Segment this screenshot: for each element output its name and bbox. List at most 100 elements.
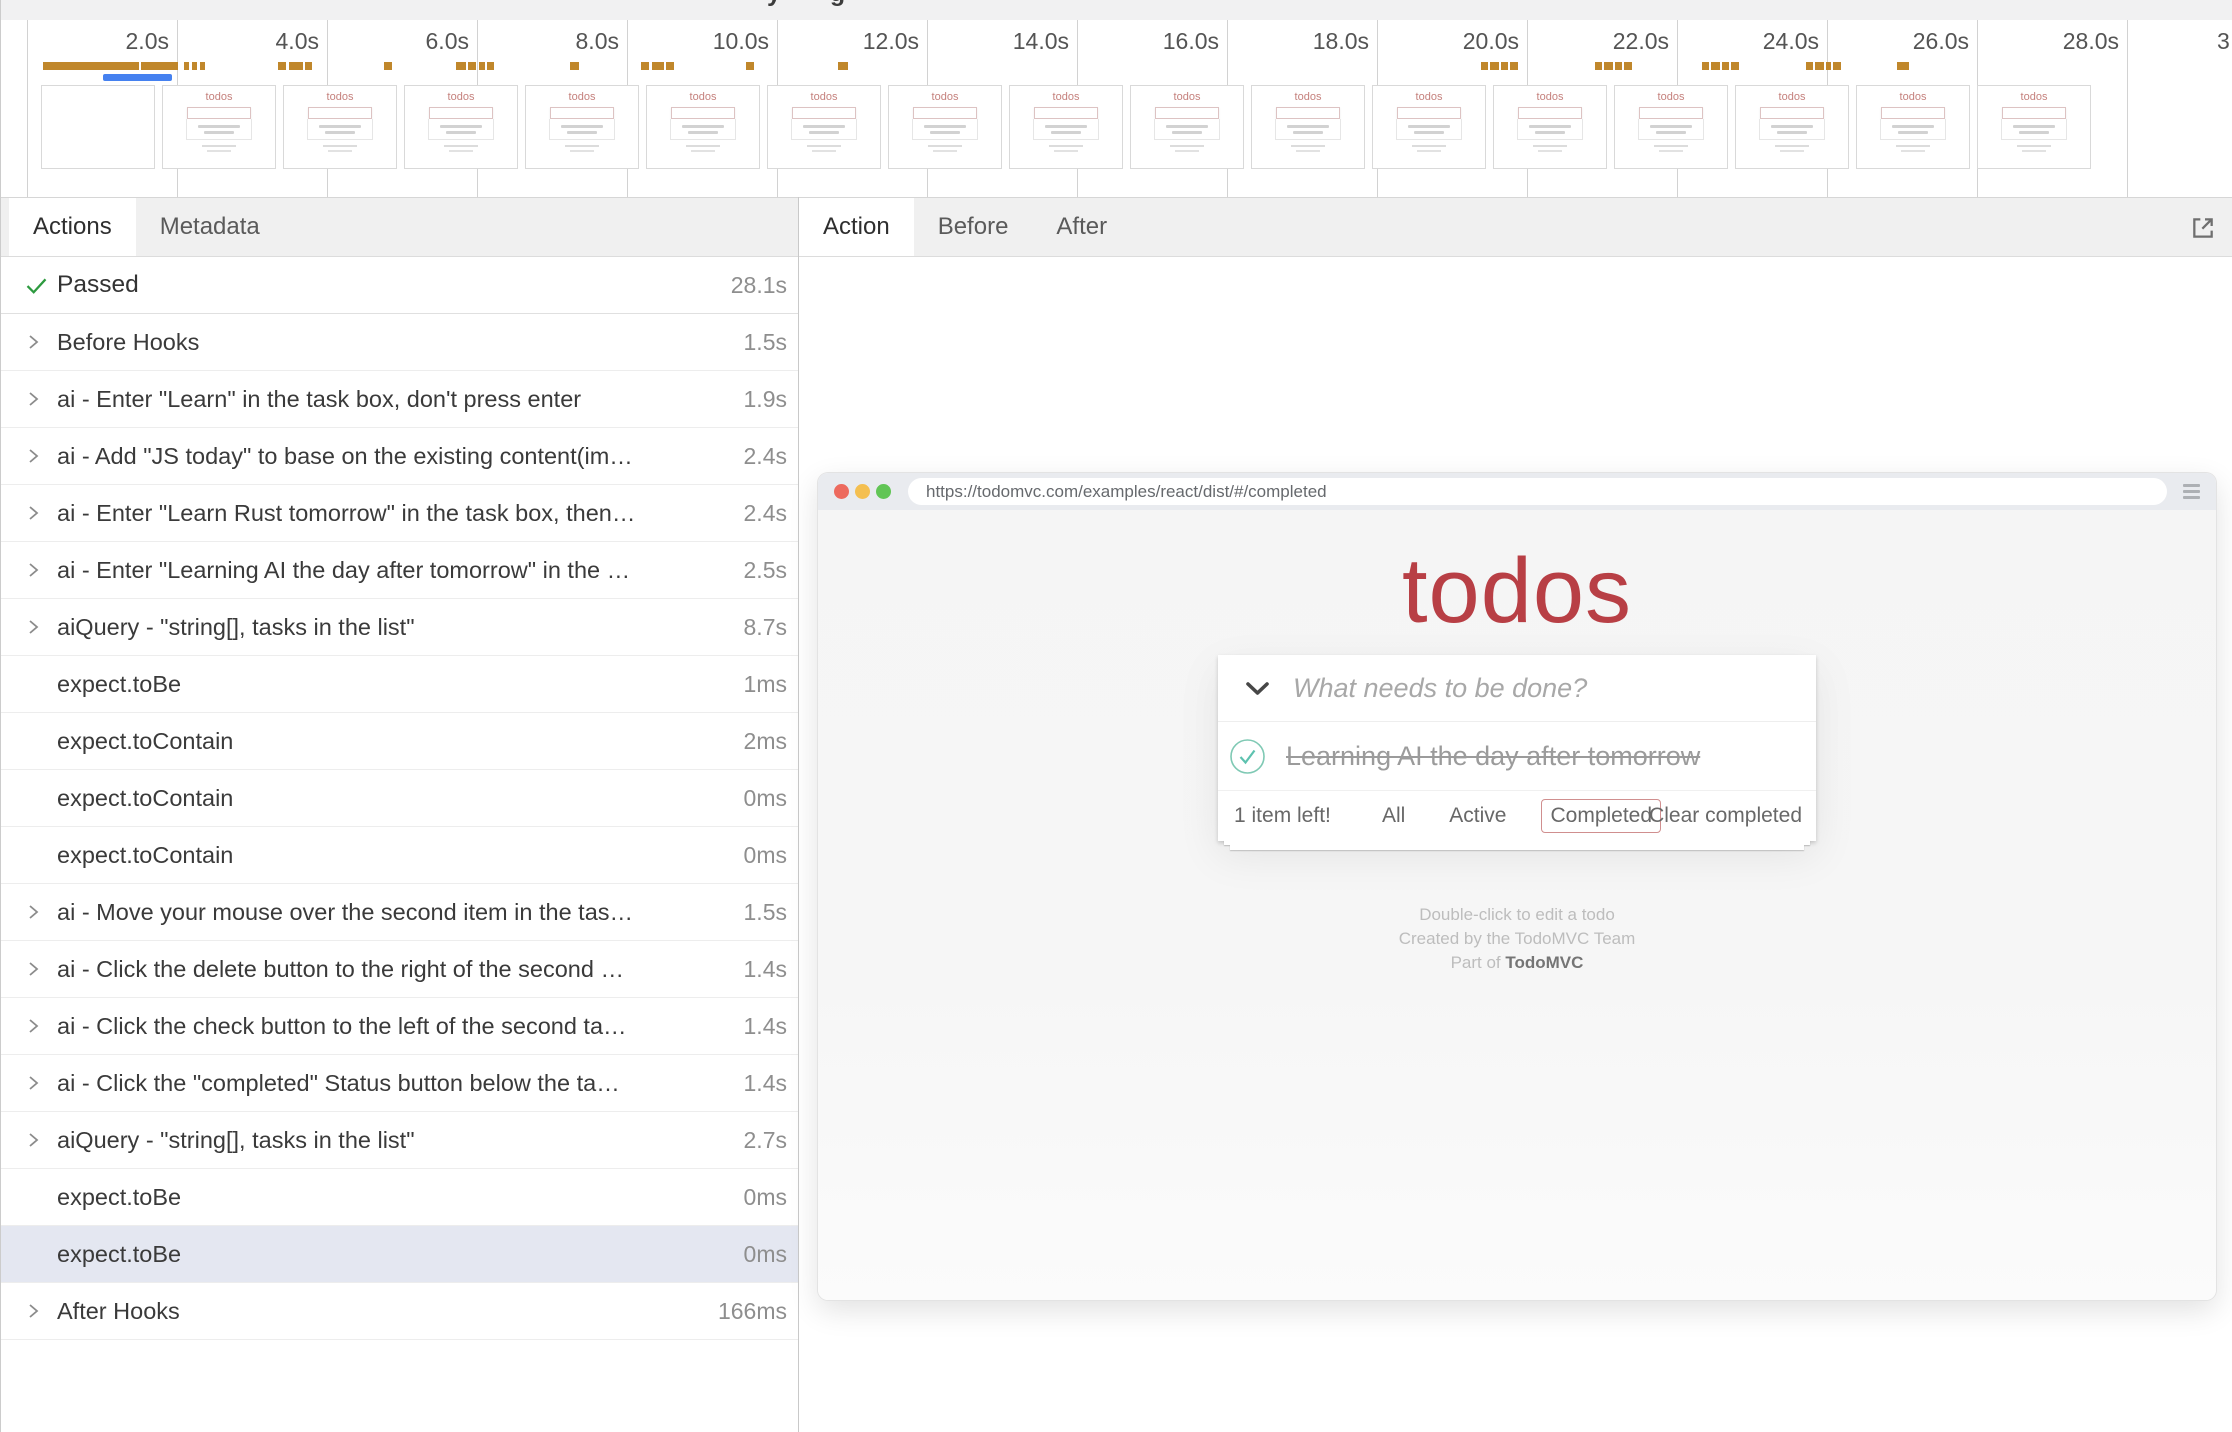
clipped-title-text: y g	[767, 0, 845, 8]
timeline-tick-label: 12.0s	[863, 28, 919, 55]
chevron-right-icon[interactable]	[23, 389, 53, 409]
chevron-right-icon[interactable]	[23, 1301, 53, 1321]
action-row-duration: 2.7s	[744, 1127, 787, 1154]
thumbnail-caption-line	[444, 145, 478, 147]
chevron-right-icon[interactable]	[23, 446, 53, 466]
action-row[interactable]: ai - Enter "Learn Rust tomorrow" in the …	[1, 485, 798, 542]
action-row[interactable]: expect.toContain2ms	[1, 713, 798, 770]
filmstrip-frame[interactable]: todos	[1130, 85, 1244, 169]
thumbnail-todo-list	[428, 119, 494, 140]
tab-action[interactable]: Action	[799, 198, 914, 256]
timeline-action-mark	[141, 62, 178, 70]
action-row-duration: 0ms	[744, 1241, 787, 1268]
thumbnail-todos-title: todos	[1978, 91, 2090, 103]
thumbnail-item-line	[930, 131, 960, 134]
thumbnail-caption-line	[328, 150, 352, 152]
thumbnail-item-line	[561, 125, 603, 128]
chevron-right-icon[interactable]	[23, 1130, 53, 1150]
chevron-right-icon[interactable]	[23, 902, 53, 922]
action-row-duration: 2.4s	[744, 443, 787, 470]
action-row[interactable]: expect.toBe0ms	[1, 1226, 798, 1283]
timeline-action-mark	[487, 62, 494, 70]
todo-item-label[interactable]: Learning AI the day after tomorrow	[1286, 741, 1700, 772]
filter-all[interactable]: All	[1373, 799, 1414, 833]
chevron-right-icon[interactable]	[23, 1073, 53, 1093]
action-row[interactable]: Before Hooks1.5s	[1, 314, 798, 371]
todo-item-row: Learning AI the day after tomorrow	[1218, 722, 1816, 791]
chevron-right-icon[interactable]	[23, 617, 53, 637]
action-row[interactable]: expect.toBe0ms	[1, 1169, 798, 1226]
thumbnail-caption-line	[1054, 150, 1078, 152]
todo-checked-circle-icon[interactable]	[1229, 738, 1266, 775]
action-row[interactable]: expect.toBe1ms	[1, 656, 798, 713]
filmstrip-frame[interactable]: todos	[767, 85, 881, 169]
filmstrip-frame[interactable]: todos	[1735, 85, 1849, 169]
filmstrip-frame[interactable]: todos	[1856, 85, 1970, 169]
chevron-right-icon[interactable]	[23, 1016, 53, 1036]
thumbnail-todo-list	[1759, 119, 1825, 140]
filmstrip-frame[interactable]: todos	[1009, 85, 1123, 169]
filmstrip-frame[interactable]: todos	[525, 85, 639, 169]
thumbnail-item-line	[1898, 131, 1928, 134]
action-row[interactable]: ai - Enter "Learn" in the task box, don'…	[1, 371, 798, 428]
filmstrip-frame[interactable]: todos	[283, 85, 397, 169]
timeline-action-mark	[1833, 62, 1841, 70]
action-row-label: ai - Add "JS today" to base on the exist…	[57, 443, 730, 470]
action-row-label: ai - Enter "Learn Rust tomorrow" in the …	[57, 500, 730, 527]
thumbnail-todo-list	[1275, 119, 1341, 140]
todos-app-title: todos	[818, 539, 2216, 644]
action-row[interactable]: ai - Add "JS today" to base on the exist…	[1, 428, 798, 485]
app-info-footer: Double-click to edit a todo Created by t…	[818, 903, 2216, 975]
timeline-action-mark	[1604, 62, 1613, 70]
open-external-button[interactable]	[2187, 212, 2219, 244]
action-row[interactable]: expect.toContain0ms	[1, 770, 798, 827]
toggle-all-chevron-down-icon[interactable]	[1244, 680, 1271, 697]
filmstrip-blank-frame[interactable]	[41, 85, 155, 169]
timeline-action-mark	[1711, 62, 1720, 70]
tab-before[interactable]: Before	[914, 198, 1033, 256]
tab-after[interactable]: After	[1032, 198, 1131, 256]
action-row[interactable]: expect.toContain0ms	[1, 827, 798, 884]
filmstrip-frame[interactable]: todos	[1251, 85, 1365, 169]
chevron-right-icon[interactable]	[23, 560, 53, 580]
thumbnail-caption-line	[1412, 145, 1446, 147]
tab-actions[interactable]: Actions	[9, 198, 136, 256]
timeline[interactable]: 2.0s4.0s6.0s8.0s10.0s12.0s14.0s16.0s18.0…	[1, 20, 2232, 197]
action-row-label: ai - Enter "Learning AI the day after to…	[57, 557, 730, 584]
thumbnail-caption-line	[570, 150, 594, 152]
filmstrip-frame[interactable]: todos	[1614, 85, 1728, 169]
tab-metadata[interactable]: Metadata	[136, 198, 284, 256]
filter-active[interactable]: Active	[1440, 799, 1515, 833]
status-row-passed[interactable]: Passed28.1s	[1, 257, 798, 314]
thumbnail-input-box	[550, 107, 614, 119]
action-row[interactable]: aiQuery - "string[], tasks in the list"8…	[1, 599, 798, 656]
thumbnail-input-box	[2002, 107, 2066, 119]
action-row[interactable]: ai - Click the "completed" Status button…	[1, 1055, 798, 1112]
timeline-action-mark	[468, 62, 476, 70]
action-row[interactable]: aiQuery - "string[], tasks in the list"2…	[1, 1112, 798, 1169]
action-row[interactable]: ai - Enter "Learning AI the day after to…	[1, 542, 798, 599]
info-line-2: Created by the TodoMVC Team	[818, 927, 2216, 951]
left-tabbar: Actions Metadata	[1, 197, 798, 257]
thumbnail-item-line	[567, 131, 597, 134]
action-row[interactable]: After Hooks166ms	[1, 1283, 798, 1340]
clear-completed-button[interactable]: Clear completed	[1649, 804, 1802, 828]
filmstrip-frame[interactable]: todos	[404, 85, 518, 169]
chevron-right-icon[interactable]	[23, 959, 53, 979]
filter-completed[interactable]: Completed	[1541, 799, 1661, 833]
action-row[interactable]: ai - Click the check button to the left …	[1, 998, 798, 1055]
filmstrip-frame[interactable]: todos	[646, 85, 760, 169]
filmstrip-frame[interactable]: todos	[1493, 85, 1607, 169]
action-row-duration: 0ms	[744, 842, 787, 869]
action-row[interactable]: ai - Move your mouse over the second ite…	[1, 884, 798, 941]
chevron-right-icon[interactable]	[23, 503, 53, 523]
filmstrip-frame[interactable]: todos	[1372, 85, 1486, 169]
browser-chrome: https://todomvc.com/examples/react/dist/…	[818, 473, 2216, 510]
thumbnail-todo-list	[186, 119, 252, 140]
filmstrip-frame[interactable]: todos	[162, 85, 276, 169]
chevron-right-icon[interactable]	[23, 332, 53, 352]
action-row[interactable]: ai - Click the delete button to the righ…	[1, 941, 798, 998]
new-todo-input[interactable]: What needs to be done?	[1293, 673, 1587, 704]
filmstrip-frame[interactable]: todos	[1977, 85, 2091, 169]
filmstrip-frame[interactable]: todos	[888, 85, 1002, 169]
